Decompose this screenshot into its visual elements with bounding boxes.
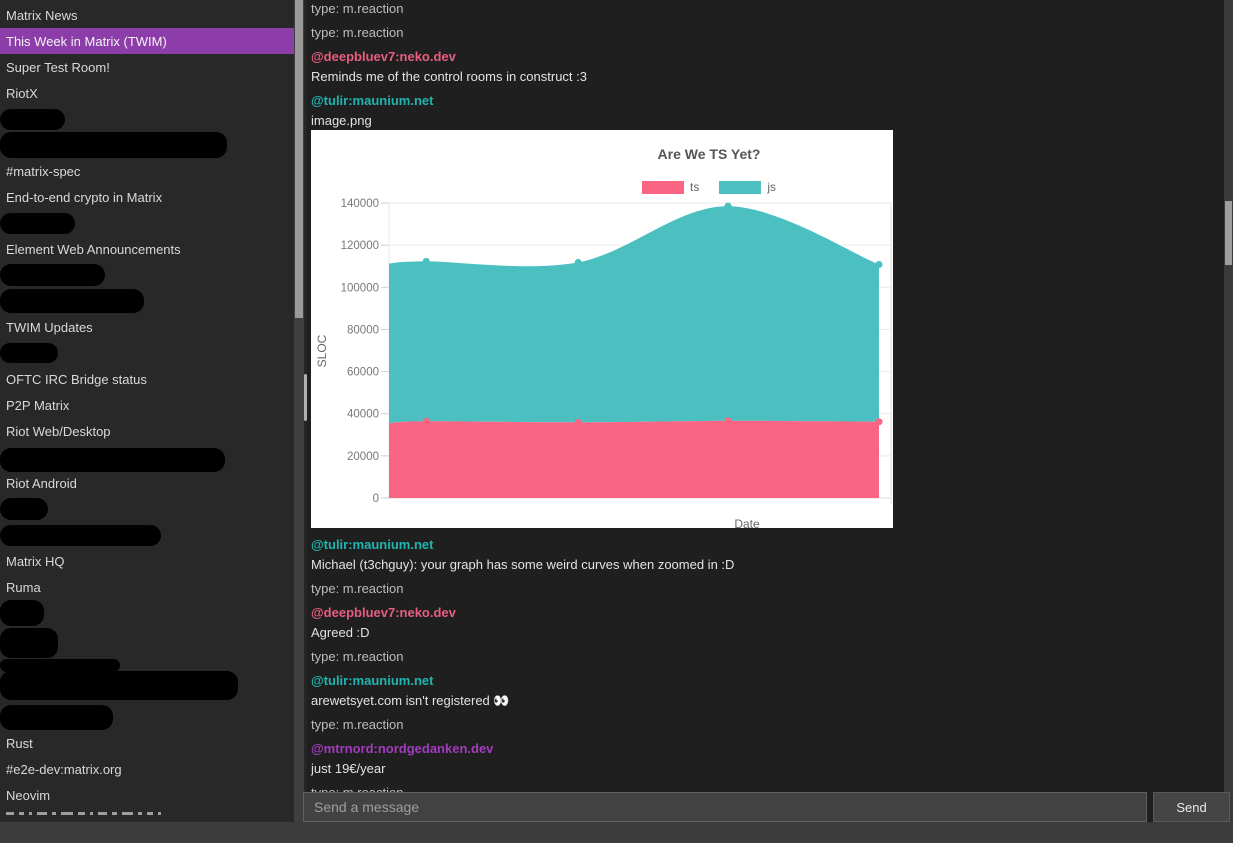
message-input[interactable] — [303, 792, 1147, 822]
redaction-blob — [0, 705, 113, 730]
room-item-redacted[interactable] — [0, 704, 294, 730]
chart-image-attachment[interactable]: Are We TS Yet? ts js SLOC Date 020000400… — [311, 130, 893, 528]
message-text: just 19€/year — [311, 761, 1224, 776]
redaction-blob — [0, 600, 44, 626]
sidebar-scrollbar-thumb[interactable] — [295, 0, 303, 318]
room-item[interactable]: #matrix-spec — [0, 158, 294, 184]
room-item-redacted[interactable] — [0, 262, 294, 288]
message-sender[interactable]: @tulir:maunium.net — [311, 673, 1224, 688]
clipped-text-fragment — [6, 812, 14, 815]
room-item-redacted[interactable] — [0, 132, 294, 158]
redaction-blob — [0, 264, 105, 286]
clipped-text-fragment — [98, 812, 107, 815]
redaction-blob — [0, 671, 238, 700]
timeline-scrollbar-thumb[interactable] — [1225, 201, 1232, 265]
clipped-text-fragment — [90, 812, 93, 815]
room-item[interactable]: Element Web Announcements — [0, 236, 294, 262]
clipped-text-fragment — [158, 812, 161, 815]
event-line: type: m.reaction — [311, 717, 1224, 732]
svg-text:20000: 20000 — [347, 451, 379, 463]
room-item-redacted[interactable] — [0, 626, 294, 652]
clipped-text-fragment — [78, 812, 85, 815]
event-line: type: m.reaction — [311, 1, 1224, 16]
room-item[interactable]: Riot Android — [0, 470, 294, 496]
svg-text:120000: 120000 — [341, 240, 379, 252]
send-button[interactable]: Send — [1153, 792, 1230, 822]
message-sender[interactable]: @tulir:maunium.net — [311, 93, 1224, 108]
clipped-text-fragment — [138, 812, 142, 815]
redaction-blob — [0, 132, 227, 158]
event-line: type: m.reaction — [311, 581, 1224, 596]
svg-text:60000: 60000 — [347, 367, 379, 379]
clipped-text-fragment — [122, 812, 133, 815]
event-line: type: m.reaction — [311, 649, 1224, 664]
room-item-redacted[interactable] — [0, 522, 294, 548]
svg-text:80000: 80000 — [347, 324, 379, 336]
room-item[interactable]: RiotX — [0, 80, 294, 106]
room-item[interactable]: #e2e-dev:matrix.org — [0, 756, 294, 782]
redaction-blob — [0, 628, 58, 658]
clipped-text-fragment — [147, 812, 153, 815]
sidebar-scrollbar-track[interactable] — [294, 0, 304, 822]
room-item-redacted[interactable] — [0, 600, 294, 626]
message-text: Michael (t3chguy): your graph has some w… — [311, 557, 1224, 572]
room-item-redacted[interactable] — [0, 106, 294, 132]
clipped-text-fragment — [52, 812, 56, 815]
message-sender[interactable]: @tulir:maunium.net — [311, 537, 1224, 552]
room-item-redacted[interactable] — [0, 678, 294, 704]
room-item[interactable]: P2P Matrix — [0, 392, 294, 418]
redaction-blob — [0, 659, 120, 672]
clipped-text-fragment — [19, 812, 24, 815]
room-item-redacted[interactable] — [0, 210, 294, 236]
app-root: Matrix NewsThis Week in Matrix (TWIM)Sup… — [0, 0, 1233, 843]
room-item[interactable]: TWIM Updates — [0, 314, 294, 340]
message-text: Agreed :D — [311, 625, 1224, 640]
room-item-redacted[interactable] — [0, 444, 294, 470]
room-item-selected[interactable]: This Week in Matrix (TWIM) — [0, 28, 294, 54]
message-sender[interactable]: @mtrnord:nordgedanken.dev — [311, 741, 1224, 756]
redaction-blob — [0, 448, 225, 472]
timeline-scrollbar-track[interactable] — [1224, 0, 1233, 822]
room-list: Matrix NewsThis Week in Matrix (TWIM)Sup… — [0, 0, 294, 822]
svg-text:100000: 100000 — [341, 282, 379, 294]
room-item-redacted[interactable] — [0, 288, 294, 314]
room-item-clipped[interactable] — [0, 808, 294, 822]
redaction-blob — [0, 343, 58, 363]
chart-plot-area: 0 20000 40000 60000 80000 100000 120000 140000 — [311, 130, 893, 528]
clipped-text-fragment — [61, 812, 73, 815]
redaction-blob — [0, 289, 144, 313]
room-item[interactable]: Super Test Room! — [0, 54, 294, 80]
room-item[interactable]: Ruma — [0, 574, 294, 600]
clipped-text-fragment — [112, 812, 117, 815]
room-item[interactable]: OFTC IRC Bridge status — [0, 366, 294, 392]
message-sender[interactable]: @deepbluev7:neko.dev — [311, 49, 1224, 64]
room-item-redacted[interactable] — [0, 496, 294, 522]
room-item[interactable]: Matrix HQ — [0, 548, 294, 574]
redaction-blob — [0, 498, 48, 520]
redaction-blob — [0, 525, 161, 546]
message-text: image.png — [311, 113, 1224, 128]
room-item[interactable]: Riot Web/Desktop — [0, 418, 294, 444]
svg-text:0: 0 — [373, 493, 379, 505]
redaction-blob — [0, 109, 65, 130]
event-line: type: m.reaction — [311, 25, 1224, 40]
message-timeline: type: m.reaction type: m.reaction @deepblu… — [307, 0, 1224, 822]
room-item[interactable]: Neovim — [0, 782, 294, 808]
room-item-redacted[interactable] — [0, 340, 294, 366]
svg-text:40000: 40000 — [347, 409, 379, 421]
clipped-text-fragment — [37, 812, 47, 815]
svg-text:140000: 140000 — [341, 198, 379, 210]
room-item[interactable]: Matrix News — [0, 2, 294, 28]
message-text: arewetsyet.com isn't registered 👀 — [311, 693, 1224, 708]
room-item[interactable]: Rust — [0, 730, 294, 756]
room-item[interactable]: End-to-end crypto in Matrix — [0, 184, 294, 210]
message-sender[interactable]: @deepbluev7:neko.dev — [311, 605, 1224, 620]
message-text: Reminds me of the control rooms in const… — [311, 69, 1224, 84]
clipped-text-fragment — [29, 812, 32, 815]
bottom-strip — [0, 822, 1233, 843]
redaction-blob — [0, 213, 75, 234]
